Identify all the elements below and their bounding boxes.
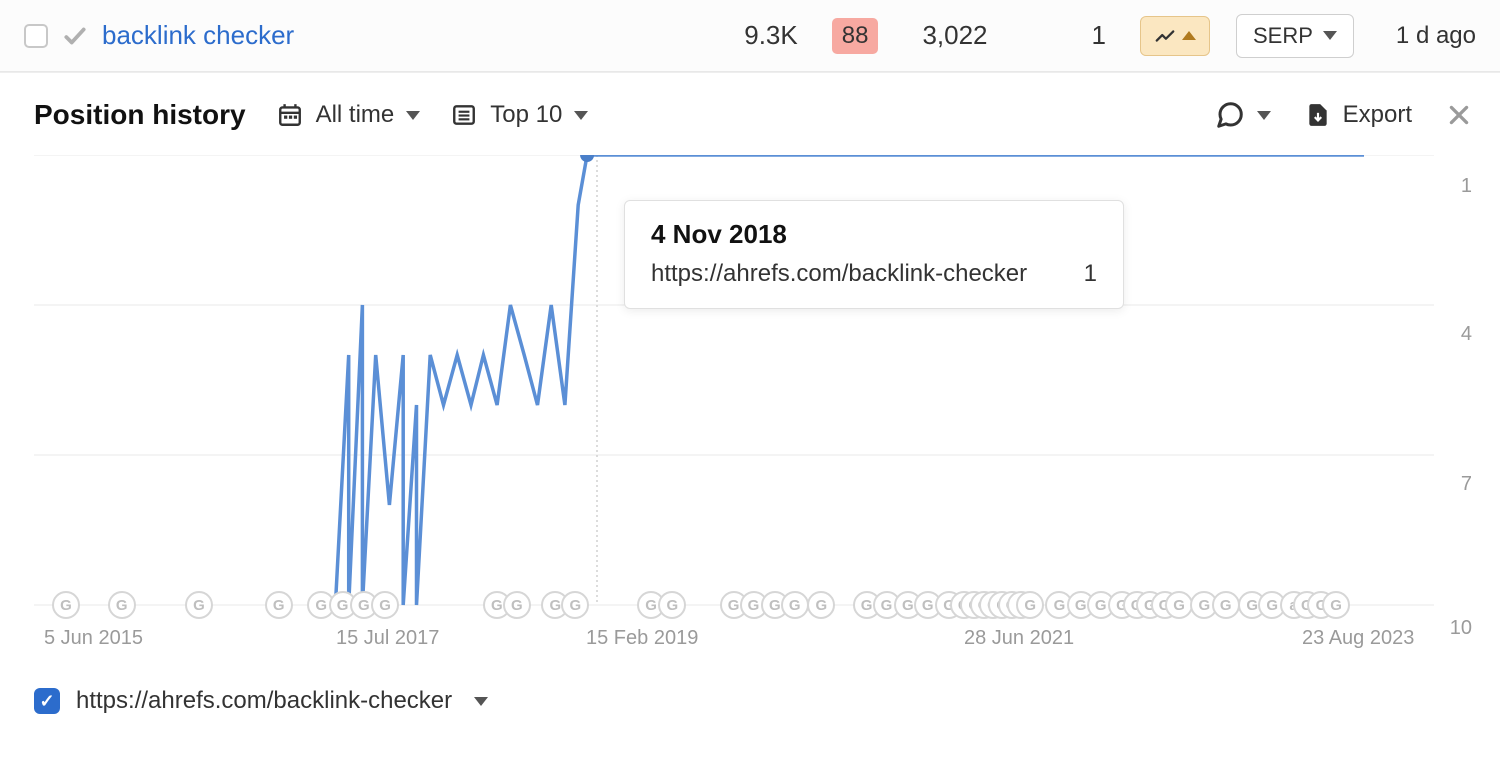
top-n-label: Top 10 xyxy=(490,101,562,129)
traffic-value: 3,022 xyxy=(922,20,987,51)
ytick: 10 xyxy=(1450,617,1472,640)
caret-down-icon xyxy=(574,111,588,120)
update-marker[interactable]: G xyxy=(52,591,80,619)
xtick: 23 Aug 2023 xyxy=(1302,627,1414,650)
row-checkbox[interactable] xyxy=(24,24,48,48)
xtick: 5 Jun 2015 xyxy=(44,627,143,650)
notes-dropdown[interactable] xyxy=(1215,100,1271,130)
update-marker[interactable]: G xyxy=(1212,591,1240,619)
kd-badge: 88 xyxy=(832,18,879,54)
chart-tooltip: 4 Nov 2018 https://ahrefs.com/backlink-c… xyxy=(624,200,1124,309)
ytick: 7 xyxy=(1461,473,1472,496)
tracked-icon xyxy=(62,23,88,49)
date-range-label: All time xyxy=(316,101,395,129)
position-history-panel: Position history All time Top 10 xyxy=(0,72,1500,745)
caret-down-icon xyxy=(406,111,420,120)
list-icon xyxy=(450,101,478,129)
close-button[interactable] xyxy=(1446,102,1472,128)
update-marker[interactable]: G xyxy=(1322,591,1350,619)
date-range-dropdown[interactable]: All time xyxy=(276,101,421,129)
y-axis: 1 4 7 10 xyxy=(1422,155,1472,625)
tooltip-date: 4 Nov 2018 xyxy=(651,219,1097,250)
update-marker[interactable]: G xyxy=(807,591,835,619)
update-marker[interactable]: G xyxy=(503,591,531,619)
chat-icon xyxy=(1215,100,1245,130)
position-history-toggle[interactable] xyxy=(1140,16,1210,56)
caret-down-icon xyxy=(1323,31,1337,40)
legend-checkbox[interactable]: ✓ xyxy=(34,688,60,714)
calendar-icon xyxy=(276,101,304,129)
tooltip-url: https://ahrefs.com/backlink-checker xyxy=(651,260,1027,288)
update-marker[interactable]: G xyxy=(185,591,213,619)
updated-value: 1 d ago xyxy=(1396,22,1476,50)
position-value: 1 xyxy=(1092,20,1106,51)
export-button[interactable]: Export xyxy=(1305,101,1412,129)
serp-button[interactable]: SERP xyxy=(1236,14,1354,58)
volume-value: 9.3K xyxy=(744,20,798,51)
trend-icon xyxy=(1154,25,1176,47)
xtick: 15 Feb 2019 xyxy=(586,627,698,650)
update-marker[interactable]: G xyxy=(781,591,809,619)
xtick: 15 Jul 2017 xyxy=(336,627,439,650)
update-marker[interactable]: G xyxy=(1016,591,1044,619)
update-marker[interactable]: G xyxy=(1165,591,1193,619)
panel-title: Position history xyxy=(34,99,246,131)
update-marker[interactable]: G xyxy=(371,591,399,619)
download-icon xyxy=(1305,102,1331,128)
update-marker[interactable]: G xyxy=(658,591,686,619)
top-n-dropdown[interactable]: Top 10 xyxy=(450,101,588,129)
legend-url: https://ahrefs.com/backlink-checker xyxy=(76,687,452,715)
update-marker[interactable]: G xyxy=(265,591,293,619)
ytick: 1 xyxy=(1461,175,1472,198)
caret-down-icon xyxy=(474,697,488,706)
tooltip-pos: 1 xyxy=(1084,260,1097,288)
caret-up-icon xyxy=(1182,31,1196,40)
google-update-markers: GGGGGGGGGGGGGGGGGGGGGGGGGGGGGGaGGGGGGGGG… xyxy=(34,591,1434,621)
export-label: Export xyxy=(1343,101,1412,129)
position-history-chart[interactable]: 1 4 7 10 5 Jun 2015 15 Jul 2017 15 Feb 2… xyxy=(34,155,1472,665)
keyword-row: backlink checker 9.3K 88 3,022 1 SERP 1 … xyxy=(0,0,1500,72)
caret-down-icon xyxy=(1257,111,1271,120)
ytick: 4 xyxy=(1461,323,1472,346)
xtick: 28 Jun 2021 xyxy=(964,627,1074,650)
update-marker[interactable]: G xyxy=(108,591,136,619)
serp-label: SERP xyxy=(1253,23,1313,49)
keyword-link[interactable]: backlink checker xyxy=(102,20,294,51)
update-marker[interactable]: G xyxy=(561,591,589,619)
chart-legend: ✓ https://ahrefs.com/backlink-checker xyxy=(34,683,1472,715)
